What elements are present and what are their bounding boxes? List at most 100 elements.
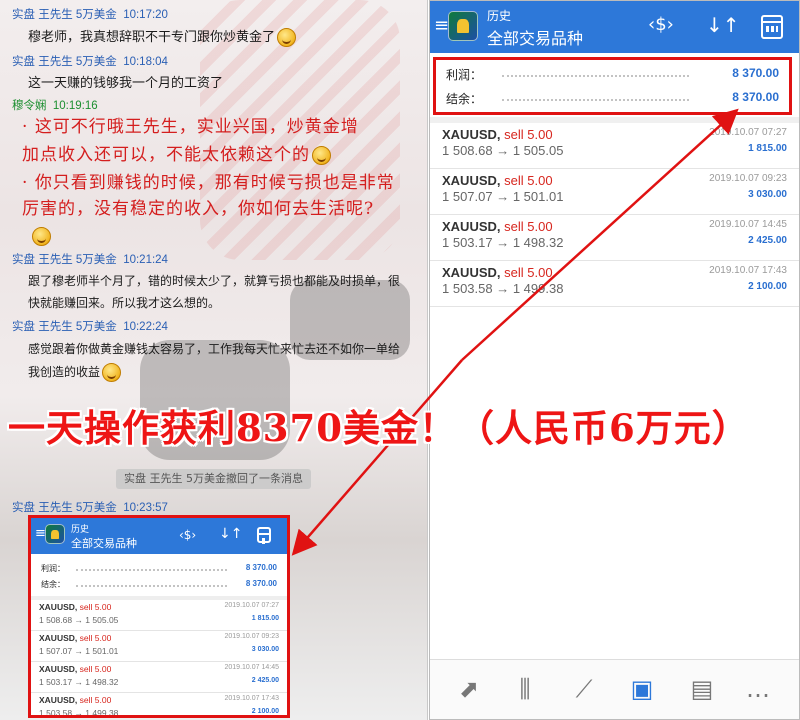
worried-emoji-icon bbox=[32, 227, 51, 246]
trading-app-panel: ≡ 历史 全部交易品种 ‹$› ↓↑ 利润： 8 370.00 结余： 8 37… bbox=[429, 0, 800, 720]
message-text: 这一天赚的钱够我一个月的工资了 bbox=[28, 76, 224, 91]
deal-profit: 2 100.00 bbox=[251, 708, 279, 715]
deal-symbol: XAUUSD, sell 5.00 bbox=[442, 265, 553, 280]
deal-profit: 3 030.00 bbox=[748, 189, 787, 200]
deal-side: sell 5.00 bbox=[79, 664, 112, 674]
history-icon[interactable]: ▣ bbox=[627, 674, 657, 704]
deal-row[interactable]: XAUUSD, sell 5.00 1 508.68 → 1 505.05 2019… bbox=[31, 600, 287, 631]
chat-icon[interactable]: … bbox=[743, 674, 773, 704]
deal-side: sell 5.00 bbox=[79, 695, 112, 705]
deal-side: sell 5.00 bbox=[504, 265, 553, 280]
summary-row: 结余： 8 370.00 bbox=[436, 90, 789, 110]
message-time: 10:18:04 bbox=[123, 56, 168, 68]
deal-row[interactable]: XAUUSD, sell 5.00 1 503.58 → 1 499.38 2019… bbox=[430, 261, 799, 307]
deal-profit: 1 815.00 bbox=[251, 615, 279, 622]
deal-profit: 1 815.00 bbox=[748, 143, 787, 154]
deal-row[interactable]: XAUUSD, sell 5.00 1 508.68 → 1 505.05 2019… bbox=[430, 123, 799, 169]
headline-banner: 一天操作获利8370美金！（人民币6万元） bbox=[8, 406, 750, 450]
app-title: 全部交易品种 bbox=[487, 29, 584, 48]
app-header: ≡ 历史 全部交易品种 ‹$› ↓↑ bbox=[430, 1, 799, 53]
deal-profit: 2 100.00 bbox=[748, 281, 787, 292]
deal-side: sell 5.00 bbox=[79, 602, 112, 612]
deal-time: 2019.10.07 14:45 bbox=[224, 664, 280, 671]
summary-row: 利润： 8 370.00 bbox=[436, 66, 789, 86]
deal-time: 2019.10.07 17:43 bbox=[224, 695, 280, 702]
app-logo-icon bbox=[448, 11, 478, 41]
summary-box: 利润： 8 370.00 结余： 8 370.00 bbox=[433, 57, 792, 115]
message-header: 实盘 王先生 5万美金 10:18:04 bbox=[12, 53, 168, 69]
deal-symbol: XAUUSD, sell 5.00 bbox=[39, 633, 112, 643]
deal-side: sell 5.00 bbox=[504, 219, 553, 234]
deal-prices: 1 503.17 → 1 498.32 bbox=[39, 677, 119, 687]
chat-panel: 实盘 王先生 5万美金 10:17:20 穆老师，我真想辞职不干专门跟你炒黄金了… bbox=[0, 0, 428, 720]
sender-name: 实盘 王先生 5万美金 bbox=[12, 56, 117, 68]
message-emoji bbox=[30, 226, 51, 246]
deal-row[interactable]: XAUUSD, sell 5.00 1 503.17 → 1 498.32 2019… bbox=[430, 215, 799, 261]
currency-icon[interactable]: ‹$› bbox=[648, 14, 674, 35]
deal-prices: 1 503.58 → 1 499.38 bbox=[39, 708, 119, 718]
deal-side: sell 5.00 bbox=[504, 173, 553, 188]
trade-icon[interactable]: ⬈ bbox=[454, 674, 484, 704]
message-text: 厉害的，没有稳定的收入，你如何去生活呢? bbox=[22, 199, 375, 219]
deal-row[interactable]: XAUUSD, sell 5.00 1 503.58 → 1 499.38 2019… bbox=[31, 693, 287, 718]
summary-row: 利润： 8 370.00 bbox=[41, 563, 277, 573]
message-text: · 你只看到赚钱的时候，那有时候亏损也是非常 bbox=[22, 173, 395, 193]
calendar-icon[interactable] bbox=[761, 15, 783, 39]
news-icon[interactable]: ▤ bbox=[687, 674, 717, 704]
deal-side: sell 5.00 bbox=[504, 127, 553, 142]
deal-prices: 1 507.07 → 1 501.01 bbox=[442, 189, 564, 204]
deal-profit: 2 425.00 bbox=[748, 235, 787, 246]
deal-symbol: XAUUSD, sell 5.00 bbox=[442, 127, 553, 142]
deal-side: sell 5.00 bbox=[79, 633, 112, 643]
quotes-icon[interactable]: ⟋ bbox=[569, 674, 599, 704]
deal-symbol: XAUUSD, sell 5.00 bbox=[39, 664, 112, 674]
deal-time: 2019.10.07 17:43 bbox=[709, 265, 787, 276]
message-text: 我创造的收益 bbox=[28, 361, 122, 383]
deal-time: 2019.10.07 07:27 bbox=[224, 602, 280, 609]
currency-icon: ‹$› bbox=[179, 528, 197, 542]
sort-icon: ↓↑ bbox=[219, 526, 243, 542]
app-subtitle: 历史 bbox=[71, 525, 90, 535]
deal-prices: 1 503.58 → 1 499.38 bbox=[442, 281, 564, 296]
recall-notice: 实盘 王先生 5万美金撤回了一条消息 bbox=[116, 469, 311, 489]
message-time: 10:17:20 bbox=[123, 9, 168, 21]
deal-time: 2019.10.07 14:45 bbox=[709, 219, 787, 230]
message-text: 跟了穆老师半个月了，错的时候太少了，就算亏损也都能及时损单，很 bbox=[28, 274, 401, 288]
summary-row: 结余： 8 370.00 bbox=[41, 579, 277, 589]
sender-name: 穆令娴 bbox=[12, 100, 47, 112]
message-time: 10:22:24 bbox=[123, 321, 168, 333]
message-time: 10:23:57 bbox=[123, 502, 168, 514]
sender-name: 实盘 王先生 5万美金 bbox=[12, 254, 117, 266]
message-time: 10:21:24 bbox=[123, 254, 168, 266]
message-header: 穆令娴 10:19:16 bbox=[12, 97, 98, 113]
balance-value: 8 370.00 bbox=[732, 90, 779, 104]
profit-label: 利润： bbox=[446, 68, 483, 82]
chat-image-screenshot[interactable]: ≡ 历史 全部交易品种 ‹$› ↓↑ 利润： 8 370.00 结余： 8 37… bbox=[28, 515, 290, 718]
menu-icon[interactable]: ≡ bbox=[434, 17, 449, 35]
message-header: 实盘 王先生 5万美金 10:23:57 bbox=[12, 499, 168, 515]
deal-profit: 2 425.00 bbox=[251, 677, 279, 684]
message-text: · 这可不行哦王先生，实业兴国，炒黄金增 bbox=[22, 117, 359, 137]
message-header: 实盘 王先生 5万美金 10:21:24 bbox=[12, 251, 168, 267]
deal-time: 2019.10.07 09:23 bbox=[224, 633, 280, 640]
deal-prices: 1 508.68 → 1 505.05 bbox=[442, 143, 564, 158]
deal-prices: 1 503.17 → 1 498.32 bbox=[442, 235, 564, 250]
app-logo-icon bbox=[45, 524, 65, 544]
deal-profit: 3 030.00 bbox=[251, 646, 279, 653]
sender-name: 实盘 王先生 5万美金 bbox=[12, 321, 117, 333]
bottom-nav: ⬈ ⫼ ⟋ ▣ ▤ … bbox=[430, 659, 799, 719]
message-text: 加点收入还可以，不能太依赖这个的 bbox=[22, 142, 331, 169]
sender-name: 实盘 王先生 5万美金 bbox=[12, 502, 117, 514]
deal-time: 2019.10.07 09:23 bbox=[709, 173, 787, 184]
grin-emoji-icon bbox=[277, 28, 297, 47]
grin-emoji-icon bbox=[102, 363, 122, 382]
deal-row[interactable]: XAUUSD, sell 5.00 1 503.17 → 1 498.32 2019… bbox=[31, 662, 287, 693]
message-text: 感觉跟着你做黄金赚钱太容易了，工作我每天忙来忙去还不如你一单给 bbox=[28, 342, 401, 356]
message-header: 实盘 王先生 5万美金 10:17:20 bbox=[12, 6, 168, 22]
deal-row[interactable]: XAUUSD, sell 5.00 1 507.07 → 1 501.01 2019… bbox=[31, 631, 287, 662]
deal-row[interactable]: XAUUSD, sell 5.00 1 507.07 → 1 501.01 2019… bbox=[430, 169, 799, 215]
deal-symbol: XAUUSD, sell 5.00 bbox=[442, 219, 553, 234]
chart-icon[interactable]: ⫼ bbox=[510, 674, 540, 704]
message-text: 快就能赚回来。所以我才这么想的。 bbox=[28, 296, 221, 310]
sort-icon[interactable]: ↓↑ bbox=[706, 13, 740, 37]
